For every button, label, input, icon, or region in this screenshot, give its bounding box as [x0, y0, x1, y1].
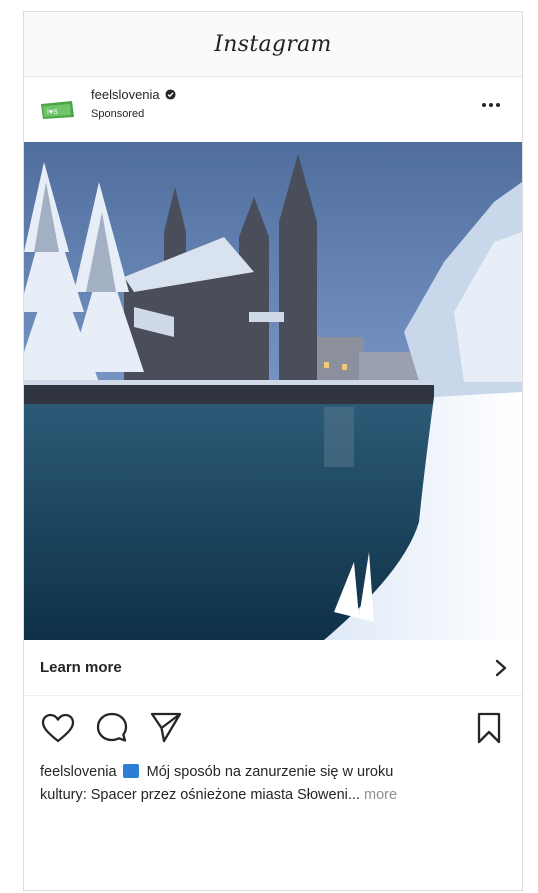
flag-emoji-icon [122, 764, 139, 778]
avatar[interactable]: I♥S [39, 98, 75, 122]
app-header: Instagram [24, 12, 522, 77]
post-actions [24, 710, 522, 754]
post-image[interactable] [24, 142, 522, 640]
instagram-post-card: Instagram I♥S feelslovenia Sponsored Lea… [23, 11, 523, 891]
svg-text:I♥S: I♥S [47, 109, 58, 116]
account-info: feelslovenia Sponsored [91, 87, 176, 120]
caption-more-link[interactable]: more [364, 787, 397, 803]
sponsored-label: Sponsored [91, 108, 145, 120]
share-paper-plane-icon[interactable] [148, 710, 184, 750]
learn-more-button[interactable]: Learn more [24, 640, 522, 696]
username[interactable]: feelslovenia [91, 87, 160, 102]
caption-text-line1: Mój sposób na zanurzenie się w uroku [146, 764, 394, 780]
instagram-logo[interactable]: Instagram [214, 32, 331, 57]
more-options-button[interactable] [482, 103, 500, 107]
learn-more-label: Learn more [40, 659, 122, 676]
post-caption: feelslovenia Mój sposób na zanurzenie si… [40, 761, 510, 807]
like-heart-icon[interactable] [40, 710, 76, 750]
more-dot-icon [489, 103, 493, 107]
more-dot-icon [496, 103, 500, 107]
verified-badge-icon [165, 89, 176, 100]
more-dot-icon [482, 103, 486, 107]
caption-username[interactable]: feelslovenia [40, 764, 117, 780]
post-header: I♥S feelslovenia Sponsored [24, 77, 522, 143]
caption-text-line2: kultury: Spacer przez ośnieżone miasta S… [40, 787, 360, 803]
chevron-right-icon [495, 659, 507, 676]
comment-icon[interactable] [94, 710, 130, 750]
save-bookmark-icon[interactable] [471, 710, 507, 750]
